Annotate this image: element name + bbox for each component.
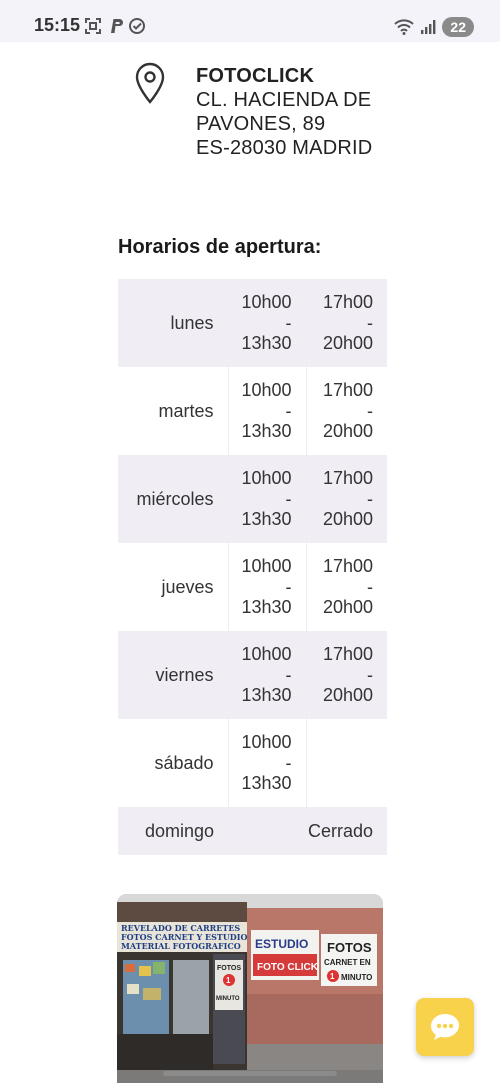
morning-slot: 10h00-13h30 xyxy=(227,455,306,543)
hours-row-friday: viernes 10h00-13h30 17h00-20h00 xyxy=(118,631,387,719)
hours-row-thursday: jueves 10h00-13h30 17h00-20h00 xyxy=(118,543,387,631)
svg-text:1: 1 xyxy=(330,972,335,981)
svg-text:MINUTO: MINUTO xyxy=(216,996,240,1002)
day-label: viernes xyxy=(118,631,228,719)
signal-icon xyxy=(421,20,436,34)
svg-text:MINUTO: MINUTO xyxy=(341,973,372,982)
home-indicator[interactable] xyxy=(163,1071,337,1076)
afternoon-slot: 17h00-20h00 xyxy=(305,279,387,367)
chat-button[interactable] xyxy=(416,998,474,1056)
paypal-icon xyxy=(111,19,123,33)
opening-hours-table: lunes 10h00-13h30 17h00-20h00 martes 10h… xyxy=(118,279,387,855)
screenshot-icon xyxy=(85,18,101,34)
location-pin-icon xyxy=(135,62,165,104)
svg-text:FOTO CLICK: FOTO CLICK xyxy=(257,962,319,973)
status-right: 22 xyxy=(394,16,474,38)
morning-slot: 10h00-13h30 xyxy=(227,719,306,807)
svg-text:MATERIAL FOTOGRAFICO: MATERIAL FOTOGRAFICO xyxy=(121,941,241,951)
battery-indicator: 22 xyxy=(442,17,474,37)
morning-slot: 10h00-13h30 xyxy=(227,543,306,631)
store-name: FOTOCLICK xyxy=(196,65,315,87)
hours-row-monday: lunes 10h00-13h30 17h00-20h00 xyxy=(118,279,387,367)
svg-text:FOTOS: FOTOS xyxy=(327,940,372,955)
morning-slot: 10h00-13h30 xyxy=(227,279,306,367)
svg-text:CARNET EN: CARNET EN xyxy=(324,958,371,967)
status-time: 15:15 xyxy=(34,15,81,35)
status-bar: 15:15 22 xyxy=(0,0,500,42)
morning-slot: 10h00-13h30 xyxy=(227,631,306,719)
store-front-image: REVELADO DE CARRETES FOTOS CARNET Y ESTU… xyxy=(117,894,383,1083)
wifi-icon xyxy=(394,19,415,35)
day-label: martes xyxy=(158,400,214,421)
hours-row-wednesday: miércoles 10h00-13h30 17h00-20h00 xyxy=(118,455,387,543)
afternoon-slot: 17h00-20h00 xyxy=(305,543,387,631)
hours-row-sunday: domingo Cerrado xyxy=(118,807,387,855)
address-street-1: CL. HACIENDA DE xyxy=(196,89,372,111)
afternoon-slot-empty xyxy=(305,719,387,807)
address-city: ES-28030 MADRID xyxy=(196,137,373,159)
address-street-2: PAVONES, 89 xyxy=(196,113,326,135)
hours-row-saturday: sábado 10h00-13h30 xyxy=(118,719,387,807)
hours-row-tuesday: martes 10h00-13h30 17h00-20h00 xyxy=(118,367,387,455)
store-address: FOTOCLICK CL. HACIENDA DE PAVONES, 89 ES… xyxy=(196,64,372,160)
check-circle-icon xyxy=(129,18,145,34)
store-front-photo[interactable]: REVELADO DE CARRETES FOTOS CARNET Y ESTU… xyxy=(117,894,383,1083)
day-label: domingo xyxy=(118,807,228,855)
chat-bubble-icon xyxy=(431,1014,459,1040)
closed-label: Cerrado xyxy=(228,807,387,855)
afternoon-slot: 17h00-20h00 xyxy=(305,631,387,719)
day-label: miércoles xyxy=(118,455,228,543)
svg-text:FOTOS: FOTOS xyxy=(217,965,241,972)
svg-text:1: 1 xyxy=(226,976,231,985)
afternoon-slot: 17h00-20h00 xyxy=(305,455,387,543)
opening-hours-title: Horarios de apertura: xyxy=(118,236,322,258)
day-label: lunes xyxy=(118,279,228,367)
day-label: sábado xyxy=(154,752,214,773)
svg-text:ESTUDIO: ESTUDIO xyxy=(255,937,308,951)
morning-slot: 10h00-13h30 xyxy=(227,367,306,455)
afternoon-slot: 17h00-20h00 xyxy=(305,367,387,455)
day-label: jueves xyxy=(161,576,214,597)
